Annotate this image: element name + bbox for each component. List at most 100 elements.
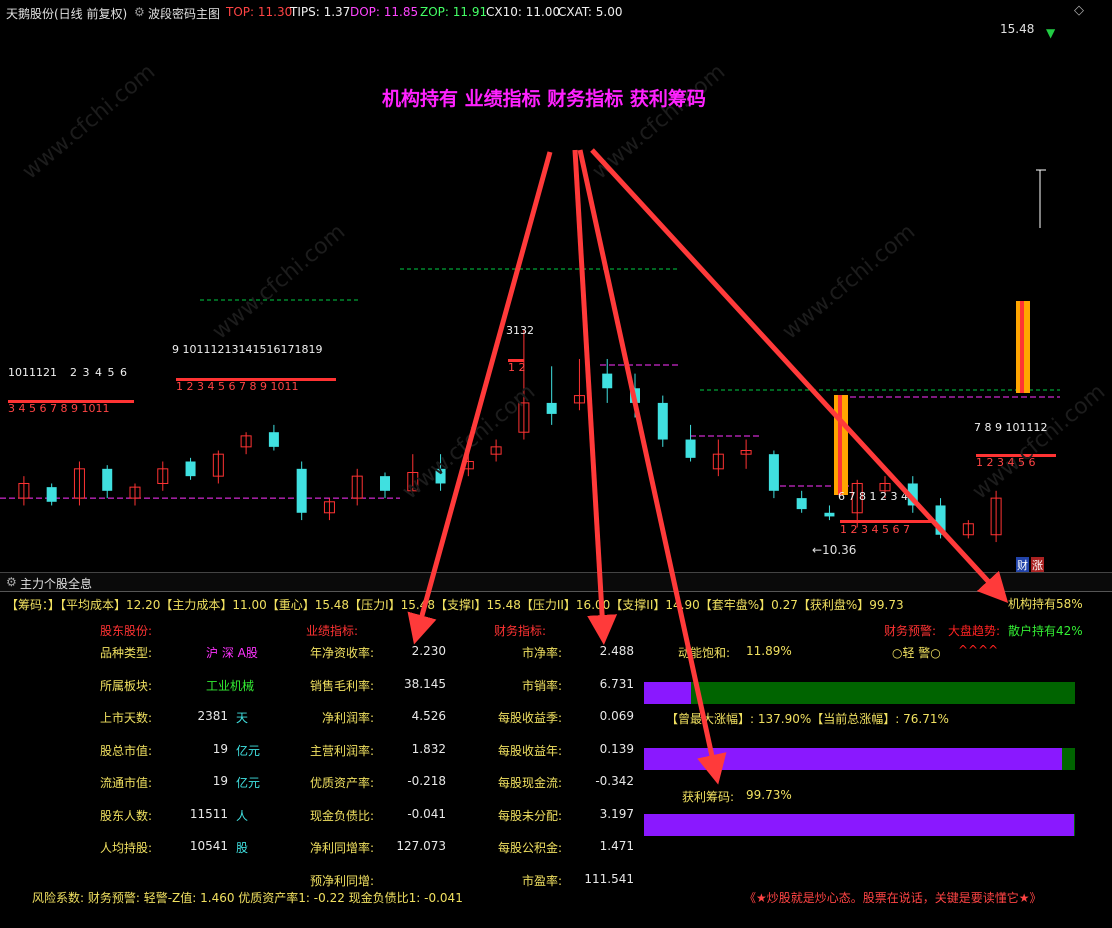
light-warning: ○轻 警○ [892,646,941,660]
field-value: 10541 [189,839,228,853]
field-label: 市销率: [521,678,562,693]
field-label: 股东人数: [100,808,153,823]
field-label: 预净利同增: [309,873,374,888]
seq-label: 2 3 4 5 6 [70,366,127,379]
cxat-value: CXAT: 5.00 [558,5,623,19]
field-label: 市盈率: [521,873,562,888]
field-value: 11511 [189,806,228,821]
field-unit: 亿元 [236,776,261,790]
candle-body [296,468,307,513]
field-value: 0.069 [599,709,634,723]
field-label: 年净资收率: [309,646,374,660]
finance-warning-label: 财务预警: [884,624,937,638]
settings-icon[interactable]: ⚙ [134,5,145,19]
field-label: 净利同增率: [309,841,374,855]
rise-summary: 【曾最大涨幅】: 137.90%【当前总涨幅】: 76.71% [666,712,949,726]
field-value: 38.145 [404,676,446,691]
candle-body [546,402,557,414]
stock-title: 天鹅股份(日线 前复权) [6,7,128,21]
profit-chip-label: 获利筹码: [682,790,735,804]
settings-icon[interactable]: ⚙ [6,575,17,589]
field-value: 4.526 [411,709,446,723]
candle-body [380,476,390,491]
risk-line: 风险系数: 财务预警: 轻警-Z值: 1.460 优质资产率1: -0.22 现… [32,891,463,905]
candle-body [630,388,640,403]
field-label: 每股收益年: [497,743,562,758]
field-unit: 天 [236,711,249,725]
field-label: 现金负债比: [309,808,374,823]
candle-body [185,461,196,477]
candle-body [935,505,946,535]
seq-label: 1 2 [508,361,526,374]
field-value: 1.471 [599,839,634,853]
institution-holding: 机构持有58% [1008,597,1083,611]
field-label: 净利润率: [321,711,374,725]
field-label: 股总市值: [100,743,153,758]
retail-holding: 散户持有42% [1008,624,1083,638]
kinetic-bar-fill [644,682,692,704]
field-label: 流通市值: [100,776,153,790]
field-value: 19 [212,741,228,756]
seq-label: 6 7 8 1 2 3 4 [838,490,908,503]
field-value: 工业机械 [206,678,255,693]
candle-body [796,498,807,510]
kinetic-value: 11.89% [746,644,792,658]
field-label: 每股公积金: [497,841,562,855]
seq-label: 9 10111213141516171819 [172,343,323,356]
dop-value: DOP: 11.85 [350,5,419,19]
section-finance: 财务指标: [494,624,547,638]
candle-body [102,468,113,491]
zop-value: ZOP: 11.91 [420,5,488,19]
top-value: TOP: 11.30 [226,5,293,19]
field-value: -0.342 [595,774,634,788]
field-label: 优质资产率: [309,776,374,790]
candle-body [602,373,613,389]
field-value: 沪 深 A股 [206,646,258,660]
field-unit: 人 [236,808,249,823]
collapse-icon[interactable]: ◇ [1074,3,1084,18]
candle-body [907,483,918,506]
seq-label: 3132 [506,324,534,337]
profit-bar-fill [644,814,1074,836]
field-label: 品种类型: [100,646,153,660]
field-value: 2.230 [411,644,446,658]
seq-label: 7 8 9 101112 [974,421,1048,434]
field-label: 每股收益季: [497,711,562,725]
panel-title: 主力个股全息 [20,577,93,591]
annotation-title: 机构持有 业绩指标 财务指标 获利筹码 [382,88,706,110]
candle-body [685,439,696,458]
finance-badge[interactable]: 财 [1016,557,1029,573]
chip-info-line: 【筹码：】【平均成本】12.20【主力成本】11.00【重心】15.48【压力I… [6,598,904,612]
watermark: www.cfchi.com [18,59,160,184]
candle-body [46,487,57,502]
slogan: 《★炒股就是炒心态。股票在说话，关键是要读懂它★》 [744,891,1042,905]
profit-bar [644,814,1075,836]
candle-body [768,454,779,491]
field-value: 127.073 [396,839,446,853]
watermark: www.cfchi.com [588,59,730,184]
kinetic-label: 动能饱和: [678,646,731,660]
panel-header[interactable]: ⚙ 主力个股全息 [0,572,1112,591]
seq-label: 1 2 3 4 5 6 [976,456,1036,469]
indicator-name[interactable]: 波段密码主图 [148,5,220,22]
field-value: 2381 [197,709,228,723]
seq-label: 3 4 5 6 7 8 9 1011 [8,402,110,415]
high-price-label: 15.48 [1000,22,1035,36]
candle-body [657,402,668,440]
market-trend-label: 大盘趋势: [948,624,1001,638]
field-label: 人均持股: [100,841,153,855]
field-label: 所属板块: [100,678,153,693]
seq-label: 1 2 3 4 5 6 7 8 9 1011 [176,380,299,393]
field-value: 2.488 [599,644,634,658]
profit-chip-value: 99.73% [746,788,792,802]
rise-bar-fill [644,748,1063,770]
watermark: www.cfchi.com [968,379,1110,504]
field-unit: 股 [236,841,249,855]
rise-badge[interactable]: 涨 [1031,557,1044,573]
section-shareholders: 股东股份: [100,624,153,638]
section-performance: 业绩指标: [306,624,359,638]
field-label: 主营利润率: [309,743,374,758]
field-label: 市净率: [521,646,562,660]
candle-body [268,432,279,447]
signal-bar [1020,301,1024,393]
